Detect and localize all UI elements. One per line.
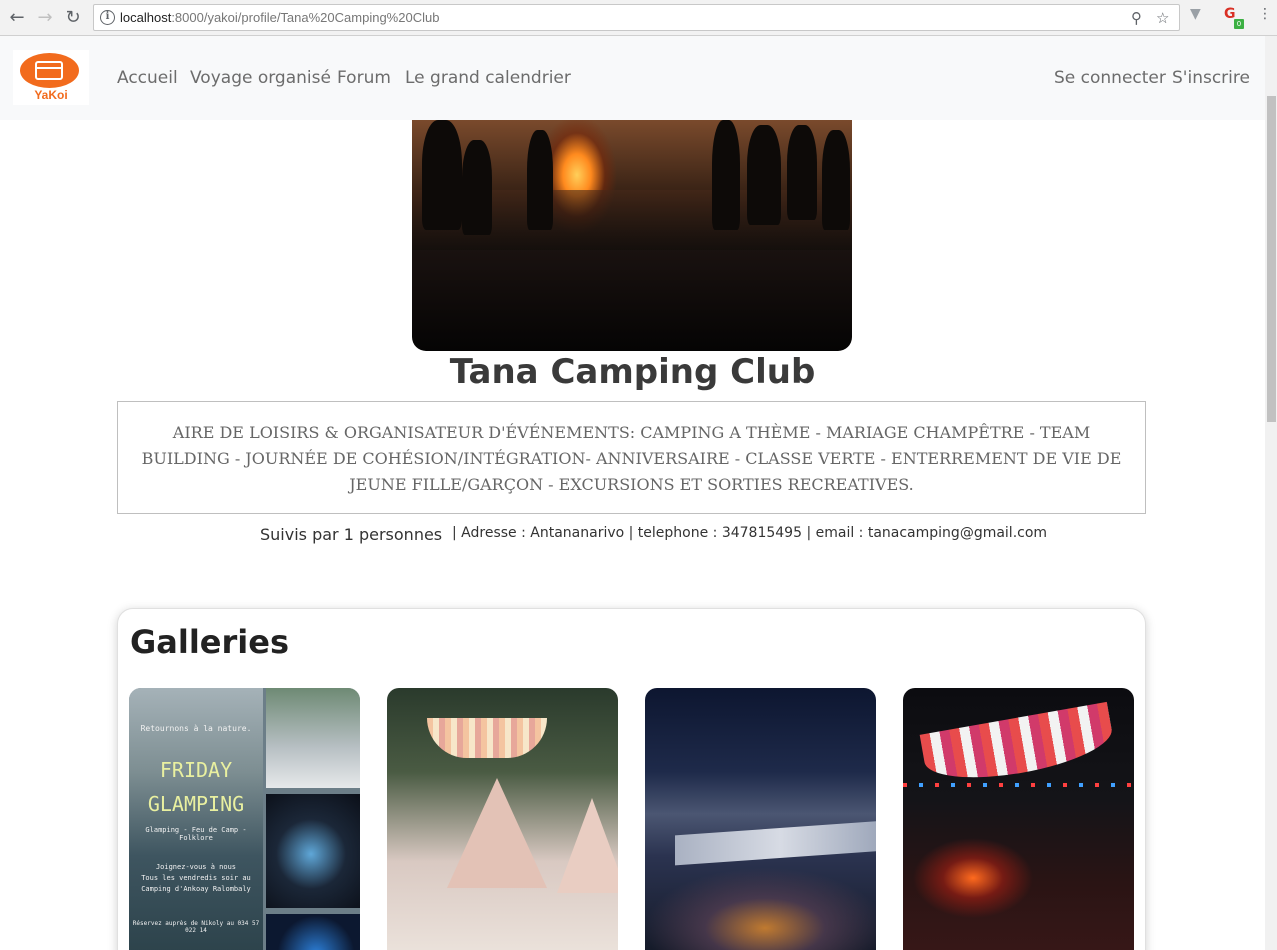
followers-count: Suivis par 1 personnes (260, 525, 443, 544)
nav-link-forum[interactable]: Forum (337, 68, 391, 88)
flyer-line2: FRIDAY (159, 758, 233, 782)
back-arrow-icon[interactable]: ← (5, 6, 29, 30)
nav-link-calendrier[interactable]: Le grand calendrier (405, 68, 571, 88)
flyer-line6: Tous les vendredis soir au (141, 874, 251, 882)
calendar-logo-icon (20, 53, 79, 88)
url-host: localhost (120, 10, 172, 25)
gallery-image-campfire-tents[interactable] (903, 688, 1134, 950)
gallery-image-night-party[interactable] (645, 688, 876, 950)
site-info-icon[interactable]: i (100, 10, 115, 25)
address-bar[interactable]: i localhost:8000/yakoi/profile/Tana%20Ca… (93, 4, 1180, 31)
url-path: :8000/yakoi/profile/Tana%20Camping%20Clu… (171, 10, 440, 25)
flyer-line4: Glamping - Feu de Camp - Folklore (145, 826, 247, 842)
login-link[interactable]: Se connecter (1054, 68, 1166, 88)
nav-link-accueil[interactable]: Accueil (117, 68, 178, 88)
url-text[interactable]: localhost:8000/yakoi/profile/Tana%20Camp… (120, 10, 439, 25)
logo-text: YaKoi (34, 88, 68, 102)
gallery-image-teepee-picnic[interactable] (387, 688, 618, 950)
contact-info: | Adresse : Antananarivo | telephone : 3… (452, 525, 1048, 541)
extension-badge: 0 (1234, 19, 1244, 29)
forward-arrow-icon[interactable]: → (33, 6, 57, 30)
bookmark-star-icon[interactable]: ☆ (1156, 9, 1169, 27)
flyer-line3: GLAMPING (147, 792, 245, 816)
gallery-card: Galleries Retournons à la nature. FRIDAY… (117, 608, 1146, 950)
flyer-line7: Camping d'Ankoay Ralombaly (141, 885, 251, 893)
reload-icon[interactable]: ↻ (61, 6, 85, 30)
flyer-line8: Réservez auprès de Nikoly au 034 57 022 … (132, 920, 260, 934)
menu-dots-icon[interactable]: ⋮ (1258, 6, 1272, 22)
scrollbar-thumb[interactable] (1267, 96, 1276, 422)
page-scrollbar[interactable] (1265, 36, 1277, 950)
signup-link[interactable]: S'inscrire (1172, 68, 1250, 88)
profile-cover-image (412, 120, 852, 351)
browser-toolbar: ← → ↻ i localhost:8000/yakoi/profile/Tan… (0, 0, 1277, 36)
gallery-title: Galleries (130, 623, 289, 661)
flyer-line5: Joignez-vous à nous (155, 863, 237, 871)
gallery-image-friday-glamping[interactable]: Retournons à la nature. FRIDAY GLAMPING … (129, 688, 360, 950)
yakoi-logo[interactable]: YaKoi (13, 50, 89, 105)
profile-name: Tana Camping Club (449, 352, 816, 392)
flyer-line1: Retournons à la nature. (140, 724, 252, 733)
site-navbar: YaKoi Accueil Voyage organisé Forum Le g… (0, 36, 1265, 120)
nav-link-voyage[interactable]: Voyage organisé (190, 68, 331, 88)
profile-description: AIRE DE LOISIRS & ORGANISATEUR D'ÉVÉNEME… (117, 401, 1146, 514)
zoom-icon[interactable]: ⚲ (1131, 9, 1142, 27)
extension-vee-icon[interactable]: ▼ (1190, 6, 1201, 22)
